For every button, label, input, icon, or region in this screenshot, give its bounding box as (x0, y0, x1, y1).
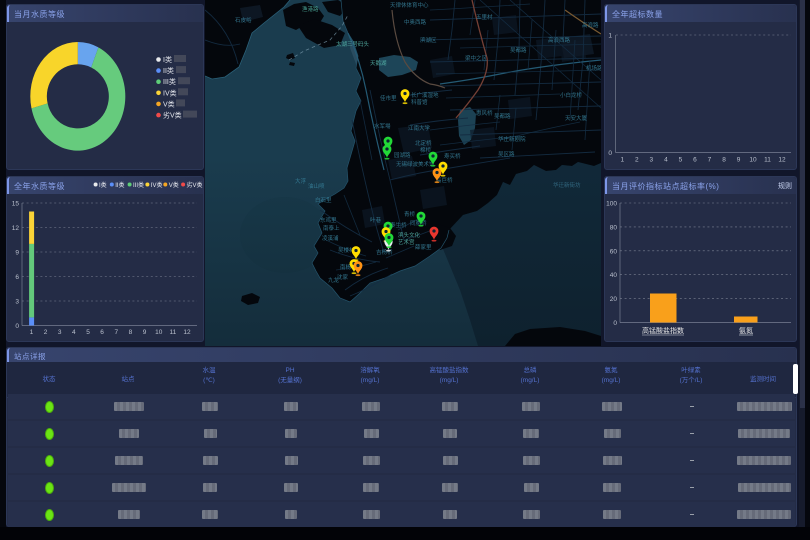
svg-text:机场路: 机场路 (586, 64, 601, 72)
svg-text:吴区路: 吴区路 (498, 150, 515, 158)
svg-text:油山唝: 油山唝 (308, 182, 325, 190)
svg-text:园湖路: 园湖路 (394, 151, 411, 159)
svg-text:惠风桥: 惠风桥 (476, 109, 493, 117)
svg-text:吴都路: 吴都路 (510, 46, 527, 54)
svg-text:滨头文化: 滨头文化 (398, 231, 421, 239)
svg-text:吉杨桥: 吉杨桥 (376, 248, 393, 256)
svg-text:大浮: 大浮 (295, 177, 307, 185)
svg-text:高浪西路: 高浪西路 (548, 36, 571, 44)
svg-text:高浪路: 高浪路 (582, 21, 599, 29)
svg-text:九龙: 九龙 (328, 276, 340, 284)
svg-text:石皮峪: 石皮峪 (235, 16, 252, 24)
svg-text:中奥西路: 中奥西路 (404, 18, 427, 26)
svg-text:华迁新街坊: 华迁新街坊 (553, 181, 581, 189)
svg-text:南泰上: 南泰上 (323, 224, 340, 232)
svg-text:华庄新剧院: 华庄新剧院 (498, 135, 526, 143)
svg-text:寿买桥: 寿买桥 (444, 152, 461, 160)
svg-text:天鹅湖: 天鹅湖 (370, 59, 387, 67)
svg-text:东鸡里: 东鸡里 (320, 216, 337, 224)
svg-text:吴都路: 吴都路 (494, 112, 511, 120)
svg-text:渔港路: 渔港路 (302, 5, 319, 13)
svg-text:天安大厦: 天安大厦 (565, 114, 588, 122)
svg-text:北定桥: 北定桥 (415, 139, 432, 147)
svg-text:泰生桥: 泰生桥 (390, 221, 407, 229)
svg-text:凌溪浦: 凌溪浦 (322, 234, 339, 242)
svg-text:艺术宫: 艺术宫 (398, 238, 415, 246)
svg-text:青桥: 青桥 (404, 210, 416, 218)
svg-text:五里村: 五里村 (476, 13, 493, 21)
svg-text:水军場: 水军場 (374, 122, 391, 130)
svg-text:无锡绿波美术馆: 无锡绿波美术馆 (396, 160, 435, 168)
svg-text:科普馆: 科普馆 (411, 98, 428, 106)
svg-text:薛家里: 薛家里 (415, 243, 432, 251)
svg-text:江南大学: 江南大学 (408, 124, 431, 132)
svg-text:太湖三号码头: 太湖三号码头 (336, 40, 370, 48)
svg-text:长广溪湿地: 长广溪湿地 (411, 91, 439, 99)
svg-text:白石里: 白石里 (315, 196, 332, 204)
svg-text:滨湖区: 滨湖区 (420, 36, 437, 44)
svg-text:佳市里: 佳市里 (380, 94, 397, 102)
svg-text:天律休体育中心: 天律休体育中心 (390, 1, 429, 9)
svg-text:小白龙桥: 小白龙桥 (560, 91, 583, 99)
svg-text:棉桥: 棉桥 (420, 146, 432, 154)
svg-text:叶巷: 叶巷 (370, 216, 382, 224)
svg-text:梁中之区: 梁中之区 (465, 54, 488, 62)
